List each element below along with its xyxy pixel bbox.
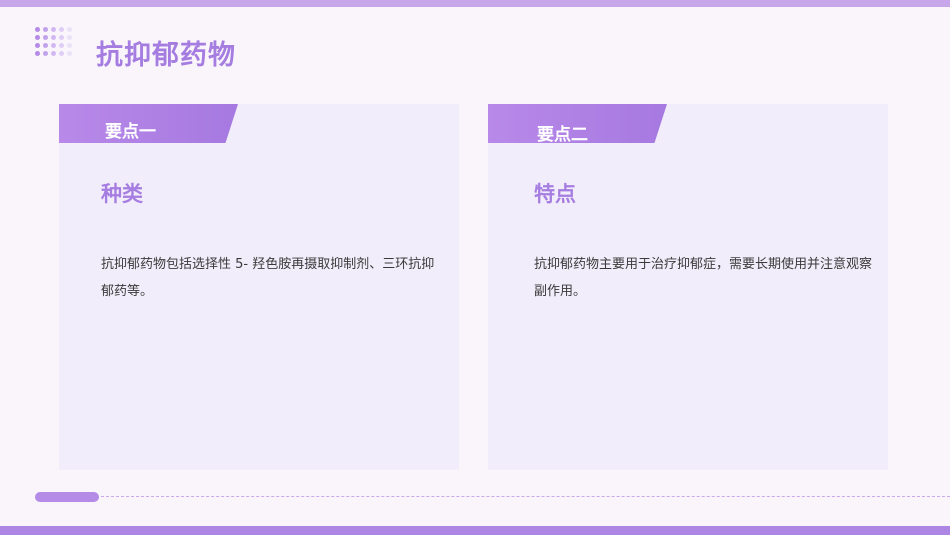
footer-dashed-divider bbox=[101, 496, 950, 497]
dot-grid-dot bbox=[59, 51, 64, 56]
card-tab-label: 要点一 bbox=[105, 122, 156, 142]
dot-grid-dot bbox=[43, 43, 48, 48]
card-heading: 种类 bbox=[101, 182, 143, 206]
bottom-accent-bar bbox=[0, 526, 950, 535]
dot-grid-icon bbox=[35, 27, 77, 63]
dot-grid-dot bbox=[35, 43, 40, 48]
card-body-text: 抗抑郁药物主要用于治疗抑郁症，需要长期使用并注意观察副作用。 bbox=[534, 257, 873, 299]
dot-grid-dot bbox=[43, 35, 48, 40]
card-key-point-one: 要点一 种类 抗抑郁药物包括选择性 5- 羟色胺再摄取抑制剂、三环抗抑郁药等。 bbox=[59, 104, 459, 470]
dot-grid-dot bbox=[35, 35, 40, 40]
slide-title: 抗抑郁药物 bbox=[96, 40, 236, 71]
dot-grid-dot bbox=[59, 35, 64, 40]
dot-grid-dot bbox=[67, 35, 72, 40]
dot-grid-dot bbox=[51, 43, 56, 48]
card-body-text: 抗抑郁药物包括选择性 5- 羟色胺再摄取抑制剂、三环抗抑郁药等。 bbox=[101, 257, 435, 299]
dot-grid-dot bbox=[67, 51, 72, 56]
dot-grid-dot bbox=[67, 27, 72, 32]
card-key-point-two: 要点二 特点 抗抑郁药物主要用于治疗抑郁症，需要长期使用并注意观察副作用。 bbox=[488, 104, 888, 470]
dot-grid-dot bbox=[43, 27, 48, 32]
dot-grid-dot bbox=[59, 43, 64, 48]
dot-grid-dot bbox=[35, 27, 40, 32]
top-accent-bar bbox=[0, 0, 950, 7]
dot-grid-dot bbox=[51, 27, 56, 32]
dot-grid-dot bbox=[67, 43, 72, 48]
dot-grid-dot bbox=[59, 27, 64, 32]
dot-grid-dot bbox=[51, 35, 56, 40]
dot-grid-dot bbox=[51, 51, 56, 56]
dot-grid-dot bbox=[43, 51, 48, 56]
card-heading: 特点 bbox=[534, 182, 576, 206]
card-tab-label: 要点二 bbox=[537, 125, 588, 145]
footer-pill-decoration bbox=[35, 492, 99, 502]
dot-grid-dot bbox=[35, 51, 40, 56]
